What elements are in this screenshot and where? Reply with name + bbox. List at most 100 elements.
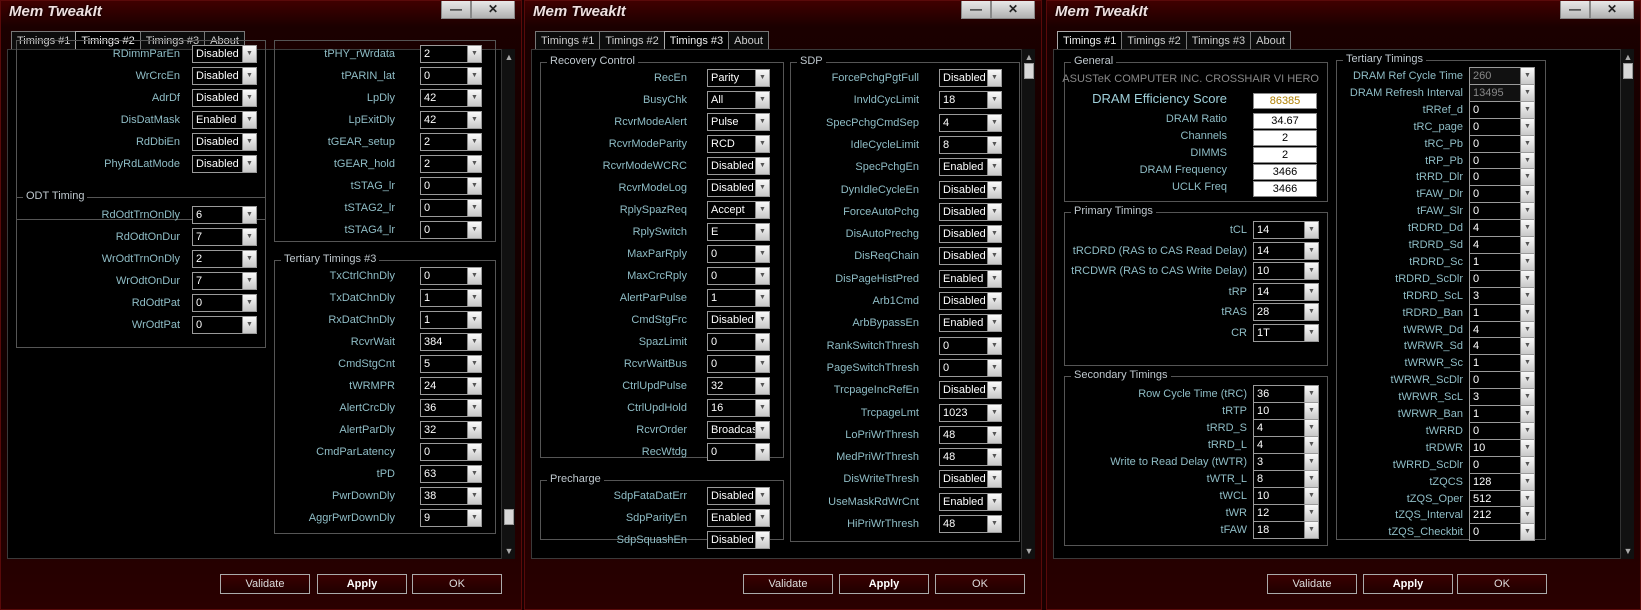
chevron-down-icon[interactable]: ▼ — [987, 293, 1001, 309]
chevron-down-icon[interactable]: ▼ — [987, 226, 1001, 243]
chevron-down-icon[interactable]: ▼ — [987, 426, 1001, 443]
chevron-down-icon[interactable]: ▼ — [987, 159, 1001, 176]
chevron-down-icon[interactable]: ▼ — [1304, 437, 1318, 453]
select-trcdwr-ras-to-cas-write-delay[interactable]: 10 ▼ — [1253, 262, 1319, 280]
chevron-down-icon[interactable]: ▼ — [755, 268, 769, 284]
chevron-down-icon[interactable]: ▼ — [987, 248, 1001, 265]
scroll-thumb[interactable] — [1024, 63, 1034, 79]
chevron-down-icon[interactable]: ▼ — [1520, 186, 1534, 203]
select-disreqchain[interactable]: Disabled ▼ — [939, 247, 1002, 266]
select-diswritethresh[interactable]: Disabled ▼ — [939, 470, 1002, 489]
chevron-down-icon[interactable]: ▼ — [467, 400, 481, 416]
select-trdrd-sd[interactable]: 4 ▼ — [1469, 236, 1535, 254]
chevron-down-icon[interactable]: ▼ — [1520, 220, 1534, 237]
chevron-down-icon[interactable]: ▼ — [755, 158, 769, 174]
chevron-down-icon[interactable]: ▼ — [1520, 524, 1534, 541]
select-twcl[interactable]: 10 ▼ — [1253, 487, 1319, 505]
chevron-down-icon[interactable]: ▼ — [1520, 270, 1534, 287]
select-twrwr-ban[interactable]: 1 ▼ — [1469, 405, 1535, 423]
select-rcvrmodeparity[interactable]: RCD ▼ — [707, 135, 770, 153]
chevron-down-icon[interactable]: ▼ — [467, 422, 481, 438]
select-trrd-l[interactable]: 4 ▼ — [1253, 436, 1319, 454]
scrollbar[interactable]: ▲ ▼ — [1620, 49, 1634, 559]
scroll-up-icon[interactable]: ▲ — [1023, 51, 1035, 63]
chevron-down-icon[interactable]: ▼ — [755, 444, 769, 460]
select-hipriwrthresh[interactable]: 48 ▼ — [939, 515, 1002, 533]
scroll-up-icon[interactable]: ▲ — [1622, 51, 1634, 63]
chevron-down-icon[interactable]: ▼ — [1520, 135, 1534, 152]
select-adrdf[interactable]: Disabled ▼ — [192, 89, 257, 107]
chevron-down-icon[interactable]: ▼ — [755, 312, 769, 328]
chevron-down-icon[interactable]: ▼ — [1520, 84, 1534, 101]
select-sdpfatadaterr[interactable]: Disabled ▼ — [707, 487, 770, 505]
chevron-down-icon[interactable]: ▼ — [467, 466, 481, 482]
chevron-down-icon[interactable]: ▼ — [467, 134, 481, 150]
validate-button[interactable]: Validate — [220, 574, 310, 594]
select-disautoprechg[interactable]: Disabled ▼ — [939, 225, 1002, 244]
select-trcpagelmt[interactable]: 1023 ▼ — [939, 403, 1002, 422]
chevron-down-icon[interactable]: ▼ — [1520, 304, 1534, 321]
chevron-down-icon[interactable]: ▼ — [242, 273, 256, 289]
chevron-down-icon[interactable]: ▼ — [755, 180, 769, 196]
select-trrd-s[interactable]: 4 ▼ — [1253, 419, 1319, 437]
validate-button[interactable]: Validate — [743, 574, 833, 594]
select-twr[interactable]: 12 ▼ — [1253, 504, 1319, 522]
select-lopriwrthresh[interactable]: 48 ▼ — [939, 425, 1002, 444]
chevron-down-icon[interactable]: ▼ — [1304, 420, 1318, 436]
minimize-button[interactable]: — — [961, 1, 991, 19]
chevron-down-icon[interactable]: ▼ — [1304, 403, 1318, 419]
chevron-down-icon[interactable]: ▼ — [1520, 507, 1534, 524]
chevron-down-icon[interactable]: ▼ — [987, 337, 1001, 354]
chevron-down-icon[interactable]: ▼ — [1520, 68, 1534, 84]
select-usemaskrdwrcnt[interactable]: Enabled ▼ — [939, 492, 1002, 511]
chevron-down-icon[interactable]: ▼ — [467, 356, 481, 372]
chevron-down-icon[interactable]: ▼ — [242, 207, 256, 223]
select-trcpageincrefen[interactable]: Disabled ▼ — [939, 381, 1002, 400]
chevron-down-icon[interactable]: ▼ — [755, 136, 769, 152]
select-wrodtpat[interactable]: 0 ▼ — [192, 316, 257, 334]
select-recwtdg[interactable]: 0 ▼ — [707, 443, 770, 461]
chevron-down-icon[interactable]: ▼ — [755, 202, 769, 218]
chevron-down-icon[interactable]: ▼ — [755, 114, 769, 130]
chevron-down-icon[interactable]: ▼ — [1520, 338, 1534, 355]
select-tstag-lr[interactable]: 0 ▼ — [420, 177, 482, 195]
select-cmdparlatency[interactable]: 0 ▼ — [420, 443, 482, 461]
chevron-down-icon[interactable]: ▼ — [467, 488, 481, 504]
select-lpdly[interactable]: 42 ▼ — [420, 89, 482, 107]
select-tras[interactable]: 28 ▼ — [1253, 303, 1319, 321]
chevron-down-icon[interactable]: ▼ — [1520, 473, 1534, 490]
select-tzqs-interval[interactable]: 212 ▼ — [1469, 506, 1535, 525]
chevron-down-icon[interactable]: ▼ — [987, 449, 1001, 466]
select-dram-refresh-interval[interactable]: 13495 ▼ — [1469, 83, 1535, 102]
select-phyrdlatmode[interactable]: Disabled ▼ — [192, 155, 257, 173]
select-rddbien[interactable]: Disabled ▼ — [192, 133, 257, 151]
select-trc-page[interactable]: 0 ▼ — [1469, 117, 1535, 136]
select-wrodtondur[interactable]: 7 ▼ — [192, 272, 257, 290]
select-trdrd-scl[interactable]: 3 ▼ — [1469, 286, 1535, 305]
chevron-down-icon[interactable]: ▼ — [1304, 324, 1318, 341]
chevron-down-icon[interactable]: ▼ — [1304, 304, 1318, 320]
chevron-down-icon[interactable]: ▼ — [467, 112, 481, 128]
select-spazlimit[interactable]: 0 ▼ — [707, 333, 770, 351]
select-tzqcs[interactable]: 128 ▼ — [1469, 472, 1535, 491]
chevron-down-icon[interactable]: ▼ — [242, 229, 256, 245]
chevron-down-icon[interactable]: ▼ — [1520, 253, 1534, 270]
apply-button[interactable]: Apply — [839, 574, 929, 594]
select-trrd-dlr[interactable]: 0 ▼ — [1469, 168, 1535, 187]
chevron-down-icon[interactable]: ▼ — [1520, 355, 1534, 372]
chevron-down-icon[interactable]: ▼ — [1520, 389, 1534, 406]
chevron-down-icon[interactable]: ▼ — [1304, 283, 1318, 300]
select-ctrlupdpulse[interactable]: 32 ▼ — [707, 377, 770, 395]
select-lpexitdly[interactable]: 42 ▼ — [420, 111, 482, 129]
select-trdrd-sc[interactable]: 1 ▼ — [1469, 252, 1535, 271]
chevron-down-icon[interactable]: ▼ — [755, 488, 769, 504]
chevron-down-icon[interactable]: ▼ — [987, 114, 1001, 131]
chevron-down-icon[interactable]: ▼ — [1520, 439, 1534, 456]
select-twrwr-sc[interactable]: 1 ▼ — [1469, 354, 1535, 373]
chevron-down-icon[interactable]: ▼ — [1304, 522, 1318, 538]
tab-timings-2[interactable]: Timings #2 — [599, 31, 665, 50]
select-maxparrply[interactable]: 0 ▼ — [707, 245, 770, 263]
select-rankswitchthresh[interactable]: 0 ▼ — [939, 336, 1002, 355]
chevron-down-icon[interactable]: ▼ — [1520, 237, 1534, 253]
tab-timings-3[interactable]: Timings #3 — [663, 31, 730, 51]
